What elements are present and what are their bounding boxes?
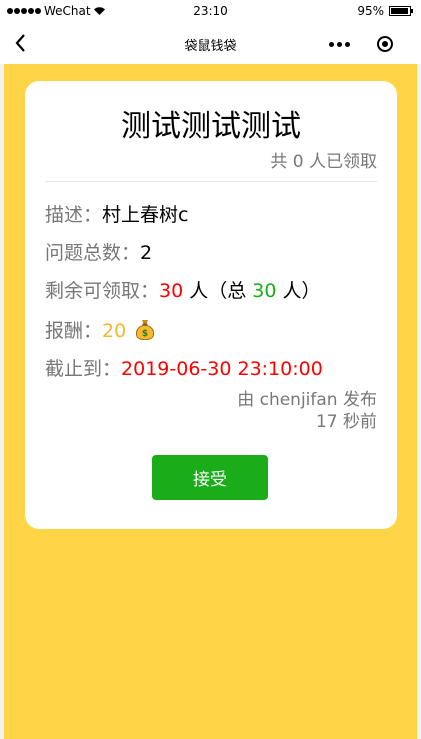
publisher-line: 由 chenjifan 发布 bbox=[237, 390, 377, 410]
navigation-bar: 袋鼠钱袋 bbox=[0, 22, 421, 64]
accept-button[interactable]: 接受 bbox=[152, 455, 268, 500]
publisher-info: 由 chenjifan 发布 17 秒前 bbox=[237, 389, 377, 433]
deadline-label: 截止到： bbox=[45, 358, 122, 380]
frame-edge-right bbox=[417, 64, 421, 739]
remaining-count: 30 bbox=[159, 280, 184, 302]
deadline-value: 2019-06-30 23:10:00 bbox=[121, 358, 323, 380]
total-unit: 人） bbox=[276, 280, 321, 302]
money-bag-icon: $ bbox=[136, 320, 155, 340]
close-miniprogram-button[interactable] bbox=[362, 30, 407, 58]
divider bbox=[45, 181, 377, 182]
status-right: 95% bbox=[357, 4, 413, 18]
more-button[interactable] bbox=[317, 30, 362, 58]
more-dot bbox=[337, 41, 342, 47]
published-time-ago: 17 秒前 bbox=[315, 412, 377, 432]
description-value: 村上春树c bbox=[102, 204, 189, 226]
deadline-row: 截止到：2019-06-30 23:10:00 bbox=[45, 357, 323, 381]
description-label: 描述： bbox=[45, 204, 103, 226]
total-count: 30 bbox=[252, 280, 277, 302]
remaining-unit: 人（总 bbox=[183, 280, 253, 302]
page-background: 测试测试测试 共 0 人已领取 描述：村上春树c 问题总数：2 剩余可领取：30… bbox=[4, 64, 417, 739]
more-dot bbox=[345, 41, 350, 47]
question-count-value: 2 bbox=[140, 242, 153, 264]
reward-label: 报酬： bbox=[45, 320, 103, 342]
remaining-row: 剩余可领取：30 人（总 30 人） bbox=[45, 279, 321, 303]
task-card: 测试测试测试 共 0 人已领取 描述：村上春树c 问题总数：2 剩余可领取：30… bbox=[25, 81, 397, 529]
battery-icon bbox=[389, 6, 413, 16]
task-title: 测试测试测试 bbox=[121, 109, 301, 144]
battery-percent: 95% bbox=[357, 4, 384, 18]
status-bar: WeChat 23:10 95% bbox=[0, 0, 421, 22]
description-row: 描述：村上春树c bbox=[45, 203, 188, 227]
battery-level bbox=[391, 8, 409, 14]
reward-row: 报酬：20 $ bbox=[45, 318, 155, 343]
question-count-label: 问题总数： bbox=[45, 242, 141, 264]
claimed-summary: 共 0 人已领取 bbox=[270, 152, 377, 172]
target-circle-icon bbox=[376, 36, 393, 52]
capsule-menu bbox=[317, 30, 407, 58]
question-count-row: 问题总数：2 bbox=[45, 241, 152, 265]
svg-text:$: $ bbox=[142, 329, 148, 339]
more-dots-icon bbox=[329, 41, 334, 47]
reward-value: 20 bbox=[102, 320, 127, 342]
remaining-label: 剩余可领取： bbox=[45, 280, 160, 302]
